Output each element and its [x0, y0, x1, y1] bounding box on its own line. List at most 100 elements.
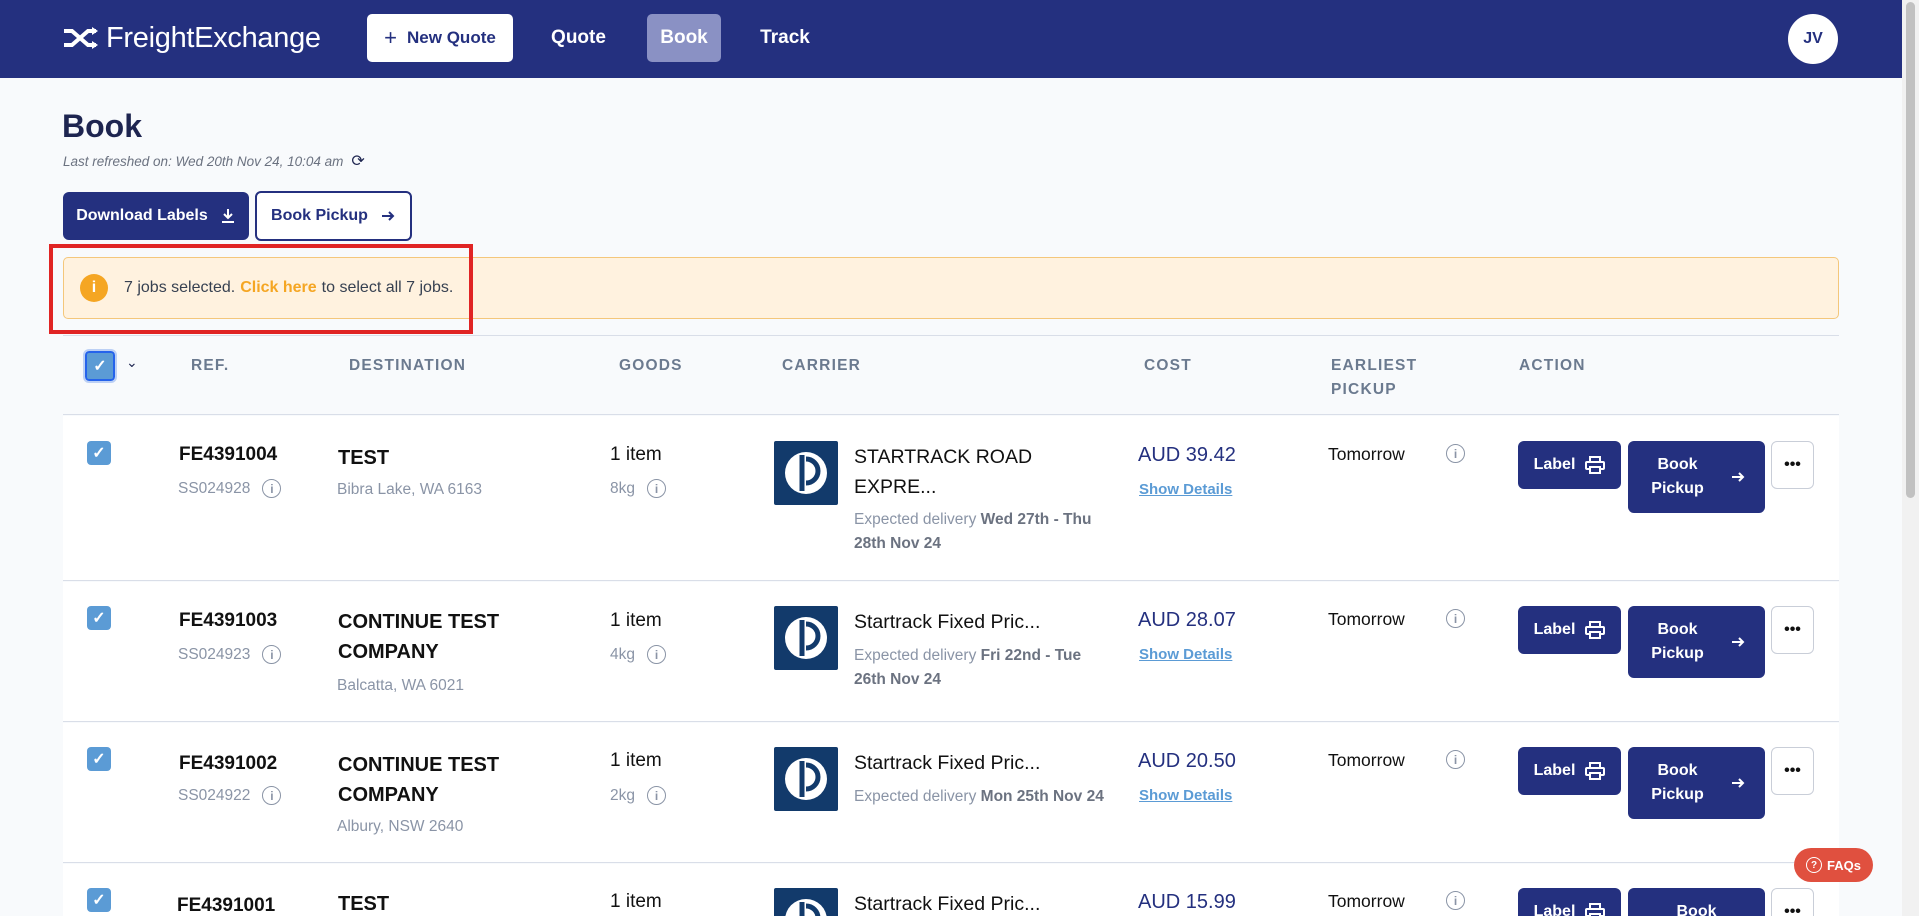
- label-button[interactable]: Label: [1518, 606, 1621, 654]
- goods-count: 1 item: [610, 891, 662, 912]
- table-row[interactable]: ✓ FE4391001 TEST 1 item Startrack Fixed …: [63, 864, 1839, 916]
- carrier-name: STARTRACK ROAD EXPRE...: [854, 446, 1033, 498]
- destination-name: TEST: [338, 893, 390, 915]
- arrow-right-icon: [1731, 472, 1744, 482]
- new-quote-button[interactable]: + New Quote: [367, 14, 513, 62]
- destination-name: CONTINUE TEST COMPANY: [338, 754, 500, 806]
- chevron-down-icon[interactable]: ⌄: [126, 354, 138, 371]
- download-icon: [221, 209, 234, 223]
- arrow-right-icon: [1731, 778, 1744, 788]
- col-carrier[interactable]: CARRIER: [782, 354, 861, 378]
- row-book-pickup-button[interactable]: Book Pickup: [1628, 441, 1765, 513]
- earliest-pickup: Tomorrow: [1328, 609, 1405, 629]
- show-details-link[interactable]: Show Details: [1139, 646, 1232, 663]
- download-labels-button[interactable]: Download Labels: [63, 192, 249, 240]
- expected-delivery: Expected delivery Mon 25th Nov 24: [854, 785, 1104, 809]
- scrollbar-thumb[interactable]: [1906, 2, 1915, 498]
- printer-icon: [1585, 903, 1606, 916]
- job-ref: FE4391001: [177, 895, 276, 916]
- job-cost: AUD 20.50: [1138, 750, 1236, 772]
- show-details-link[interactable]: Show Details: [1139, 481, 1232, 498]
- weight-text: 2kg: [610, 786, 635, 804]
- row-checkbox[interactable]: ✓: [87, 888, 111, 912]
- info-icon[interactable]: i: [647, 479, 666, 498]
- goods-weight: 4kg i: [610, 645, 666, 664]
- logo-text: FreightExchange: [106, 21, 321, 54]
- row-book-pickup-button[interactable]: Book: [1628, 888, 1765, 916]
- goods-weight: 2kg i: [610, 786, 666, 805]
- col-action: ACTION: [1519, 357, 1586, 374]
- faqs-button[interactable]: ? FAQs: [1794, 848, 1873, 882]
- book-pickup-text: Book Pickup: [1651, 762, 1704, 803]
- row-checkbox[interactable]: ✓: [87, 606, 111, 630]
- info-icon[interactable]: i: [262, 479, 282, 498]
- nav-quote[interactable]: Quote: [541, 14, 616, 62]
- job-cost: AUD 28.07: [1138, 609, 1236, 631]
- col-goods[interactable]: GOODS: [619, 354, 683, 378]
- top-navbar: FreightExchange + New Quote Quote Book T…: [0, 0, 1902, 78]
- label-button[interactable]: Label: [1518, 888, 1621, 916]
- col-cost[interactable]: COST: [1144, 354, 1192, 378]
- startrack-logo-icon: [774, 606, 838, 670]
- highlight-annotation-box: [49, 244, 473, 334]
- startrack-logo-icon: [774, 888, 838, 916]
- more-options-button[interactable]: •••: [1771, 747, 1814, 795]
- page-scrollbar[interactable]: [1902, 0, 1919, 916]
- info-icon[interactable]: i: [1446, 609, 1465, 628]
- col-earliest-pickup[interactable]: EARLIEST PICKUP: [1331, 354, 1417, 402]
- label-button[interactable]: Label: [1518, 441, 1621, 489]
- info-icon[interactable]: i: [1446, 444, 1465, 463]
- select-all-checkbox[interactable]: ✓: [83, 349, 117, 383]
- app-logo[interactable]: FreightExchange: [62, 22, 321, 54]
- row-checkbox[interactable]: ✓: [87, 441, 111, 465]
- expected-delivery-prefix: Expected delivery: [854, 647, 977, 664]
- new-quote-label: New Quote: [407, 28, 496, 47]
- expected-delivery-prefix: Expected delivery: [854, 788, 977, 805]
- col-destination[interactable]: DESTINATION: [349, 354, 466, 378]
- arrow-right-icon: [1731, 637, 1744, 647]
- job-ref: FE4391002: [179, 753, 278, 774]
- nav-track[interactable]: Track: [750, 14, 820, 62]
- startrack-logo-icon: [774, 441, 838, 505]
- info-icon[interactable]: i: [1446, 891, 1465, 910]
- more-options-button[interactable]: •••: [1771, 441, 1814, 489]
- book-pickup-label: Book Pickup: [271, 207, 368, 224]
- sub-ref-text: SS024928: [178, 479, 251, 497]
- label-button-text: Label: [1533, 903, 1576, 916]
- destination-name: TEST: [338, 447, 390, 469]
- info-icon[interactable]: i: [262, 786, 282, 805]
- col-ref[interactable]: REF.: [191, 354, 229, 378]
- row-checkbox[interactable]: ✓: [87, 747, 111, 771]
- info-icon[interactable]: i: [1446, 750, 1465, 769]
- sub-ref: SS024923 i: [178, 645, 282, 664]
- table-row[interactable]: ✓ FE4391004 SS024928 i TEST Bibra Lake, …: [63, 416, 1839, 581]
- info-icon[interactable]: i: [647, 786, 666, 805]
- sub-ref: SS024922 i: [178, 786, 282, 805]
- printer-icon: [1585, 456, 1606, 474]
- destination-location: Bibra Lake, WA 6163: [337, 481, 483, 498]
- row-book-pickup-button[interactable]: Book Pickup: [1628, 747, 1765, 819]
- table-row[interactable]: ✓ FE4391003 SS024923 i CONTINUE TEST COM…: [63, 582, 1839, 722]
- label-button-text: Label: [1533, 762, 1576, 779]
- expected-delivery: Expected delivery Fri 22nd - Tue 26th No…: [854, 644, 1104, 692]
- download-labels-label: Download Labels: [76, 207, 208, 224]
- more-options-button[interactable]: •••: [1771, 888, 1814, 916]
- book-pickup-button[interactable]: Book Pickup: [255, 191, 412, 241]
- more-options-button[interactable]: •••: [1771, 606, 1814, 654]
- arrow-right-icon: [381, 211, 395, 221]
- label-button[interactable]: Label: [1518, 747, 1621, 795]
- row-book-pickup-button[interactable]: Book Pickup: [1628, 606, 1765, 678]
- info-icon[interactable]: i: [647, 645, 666, 664]
- user-avatar[interactable]: JV: [1788, 14, 1838, 64]
- label-button-text: Label: [1533, 456, 1576, 473]
- refresh-icon[interactable]: ⟳: [351, 151, 364, 171]
- nav-book[interactable]: Book: [647, 14, 721, 62]
- startrack-logo-icon: [774, 747, 838, 811]
- info-icon[interactable]: i: [262, 645, 282, 664]
- expected-delivery-prefix: Expected delivery: [854, 511, 977, 528]
- table-row[interactable]: ✓ FE4391002 SS024922 i CONTINUE TEST COM…: [63, 723, 1839, 863]
- book-pickup-text: Book Pickup: [1651, 456, 1704, 497]
- last-refreshed: Last refreshed on: Wed 20th Nov 24, 10:0…: [63, 151, 365, 171]
- plus-icon: +: [384, 25, 398, 50]
- show-details-link[interactable]: Show Details: [1139, 787, 1232, 804]
